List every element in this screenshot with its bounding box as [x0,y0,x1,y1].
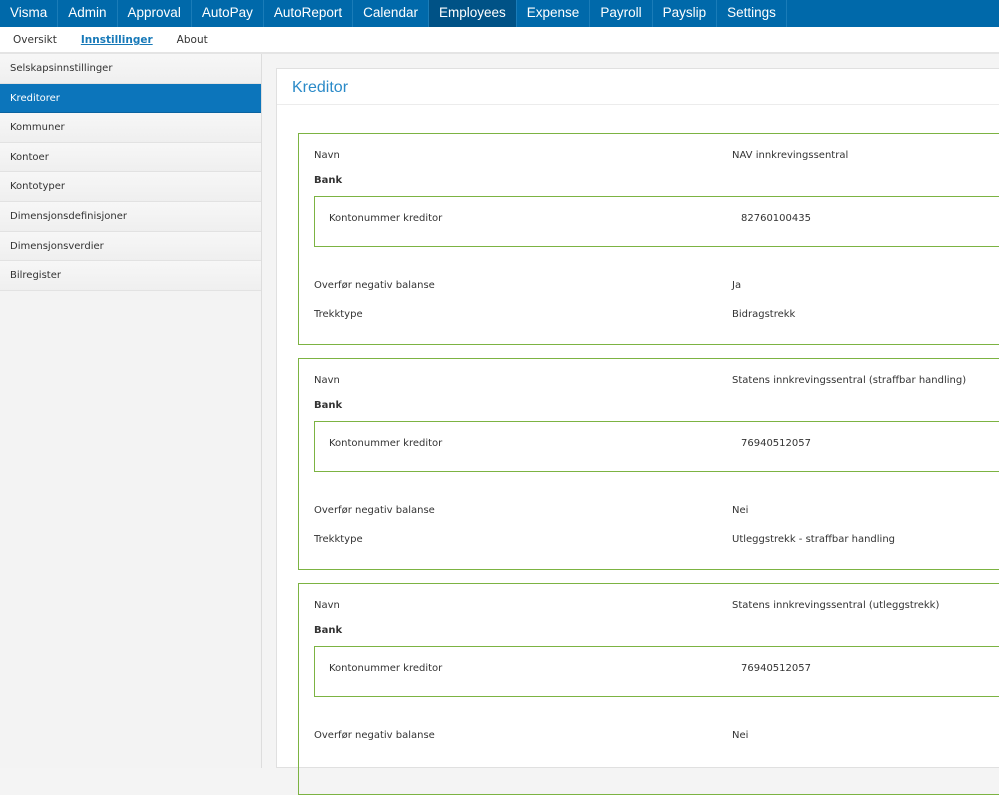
negative-balance-label: Overfør negativ balanse [314,730,435,741]
name-label: Navn [314,375,340,386]
name-label: Navn [314,600,340,611]
name-value: NAV innkrevingssentral [732,150,849,161]
sub-navigation: Oversikt Innstillinger About [0,27,999,54]
negative-balance-label: Overfør negativ balanse [314,280,435,291]
sidebar-item-selskapsinnstillinger[interactable]: Selskapsinnstillinger [0,54,261,84]
sidebar-item-bilregister[interactable]: Bilregister [0,261,261,291]
name-value: Statens innkrevingssentral (straffbar ha… [732,375,967,386]
top-navigation: Visma Admin Approval AutoPay AutoReport Calen… [0,0,999,27]
tab-oversikt[interactable]: Oversikt [13,27,57,52]
nav-item-employees[interactable]: Employees [428,0,517,27]
deduction-type-value: Bidragstrekk [732,309,796,320]
bank-heading: Bank [314,175,343,186]
negative-balance-value: Nei [732,505,749,516]
sidebar: Selskapsinnstillinger Kreditorer Kommuner K… [0,54,262,768]
bank-section: Kontonummer kreditor 82760100435 [314,196,999,247]
sidebar-item-dimensjonsdefinisjoner[interactable]: Dimensjonsdefinisjoner [0,201,261,232]
account-label: Kontonummer kreditor [329,663,443,674]
bank-heading: Bank [314,625,343,636]
account-value: 82760100435 [741,213,811,224]
sidebar-item-kontoer[interactable]: Kontoer [0,142,261,173]
nav-item-expense[interactable]: Expense [517,0,591,27]
negative-balance-label: Overfør negativ balanse [314,505,435,516]
account-label: Kontonummer kreditor [329,213,443,224]
main-panel: Kreditor Navn NAV innkrevingssentral Bank K… [276,68,999,795]
negative-balance-value: Ja [732,280,742,291]
deduction-type-label: Trekktype [314,309,363,320]
creditor-card: Navn Statens innkrevingssentral (straffba… [298,358,999,570]
nav-item-approval[interactable]: Approval [118,0,192,27]
bank-section: Kontonummer kreditor 76940512057 [314,421,999,472]
bank-heading: Bank [314,400,343,411]
nav-item-autoreport[interactable]: AutoReport [264,0,354,27]
nav-item-visma[interactable]: Visma [0,0,59,27]
tab-innstillinger[interactable]: Innstillinger [81,27,153,52]
tab-about[interactable]: About [177,27,208,52]
nav-item-autopay[interactable]: AutoPay [192,0,264,27]
nav-item-payroll[interactable]: Payroll [590,0,653,27]
name-label: Navn [314,150,340,161]
nav-item-calendar[interactable]: Calendar [353,0,429,27]
sidebar-item-dimensjonsverdier[interactable]: Dimensjonsverdier [0,231,261,262]
nav-item-admin[interactable]: Admin [58,0,118,27]
deduction-type-value: Utleggstrekk - straffbar handling [732,534,896,545]
nav-item-settings[interactable]: Settings [717,0,787,27]
nav-item-payslip[interactable]: Payslip [653,0,718,27]
deduction-type-label: Trekktype [314,534,363,545]
account-value: 76940512057 [741,438,811,449]
bank-section: Kontonummer kreditor 76940512057 [314,646,999,697]
sidebar-item-kontotyper[interactable]: Kontotyper [0,172,261,202]
account-label: Kontonummer kreditor [329,438,443,449]
creditor-card: Navn NAV innkrevingssentral Bank Kontonumme… [298,133,999,345]
sidebar-item-kreditorer[interactable]: Kreditorer [0,83,261,114]
negative-balance-value: Nei [732,730,749,741]
account-value: 76940512057 [741,663,811,674]
name-value: Statens innkrevingssentral (utleggstrekk… [732,600,940,611]
sidebar-item-kommuner[interactable]: Kommuner [0,113,261,143]
page-title: Kreditor [277,69,999,105]
creditor-card: Navn Statens innkrevingssentral (utleggst… [298,583,999,795]
